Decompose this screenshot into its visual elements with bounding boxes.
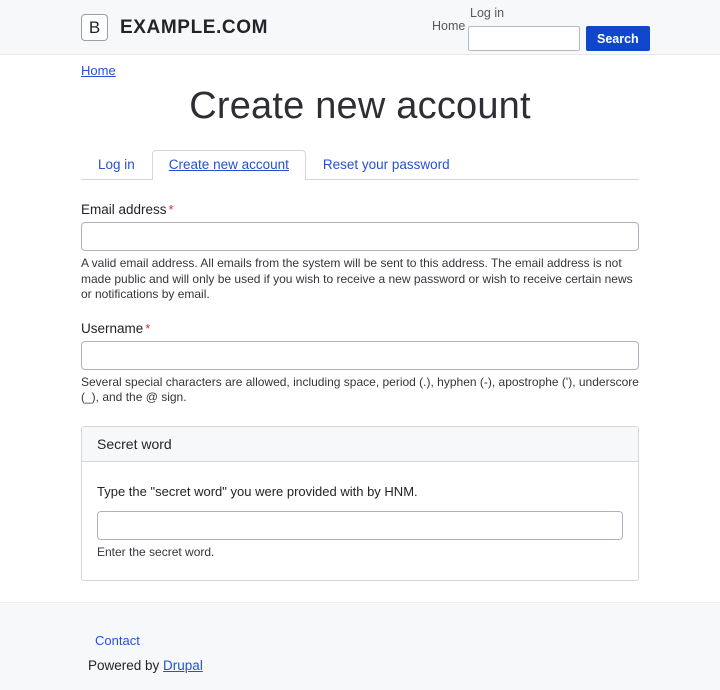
header-search-form: Search	[468, 26, 650, 51]
site-name: EXAMPLE.COM	[120, 16, 269, 38]
username-required-icon: *	[145, 320, 151, 336]
tab-reset-your-password[interactable]: Reset your password	[306, 150, 467, 180]
search-input[interactable]	[468, 26, 580, 51]
breadcrumb-item-home[interactable]: Home	[81, 63, 116, 78]
site-logo-link[interactable]: B EXAMPLE.COM	[81, 14, 268, 41]
secret-word-description: Enter the secret word.	[97, 544, 215, 559]
tab-log-in[interactable]: Log in	[81, 150, 152, 180]
secret-word-body: Type the "secret word" you were provided…	[82, 462, 638, 581]
secret-word-legend: Secret word	[82, 426, 638, 462]
tab-create-new-account[interactable]: Create new account	[151, 150, 306, 180]
email-field-group: Email address * A valid email address. Al…	[81, 202, 639, 303]
email-input[interactable]	[81, 222, 639, 251]
secret-word-fieldset: Secret word Type the "secret word" you w…	[81, 425, 639, 581]
username-field-label: Username *	[81, 321, 639, 336]
email-label-text: Email address	[81, 202, 167, 217]
username-field-group: Username * Several special characters are…	[81, 321, 639, 406]
secret-word-input[interactable]	[97, 510, 623, 540]
breadcrumb: Home	[0, 55, 720, 78]
username-field-description: Several special characters are allowed, …	[81, 374, 639, 405]
site-footer: Contact Powered by Drupal	[0, 602, 720, 690]
email-field-label: Email address *	[81, 202, 639, 217]
username-label-text: Username	[81, 320, 144, 336]
site-header: B EXAMPLE.COM Home Log in Search	[0, 0, 720, 55]
footer-powered-by: Powered by Drupal	[0, 648, 720, 673]
drupal-link[interactable]: Drupal	[163, 658, 203, 673]
page-title: Create new account	[189, 85, 531, 127]
email-field-description: A valid email address. All emails from t…	[81, 256, 633, 301]
powered-by-text: Powered by	[88, 658, 164, 673]
logo-letter-icon: B	[81, 14, 108, 41]
header-nav: Home	[432, 19, 465, 33]
account-tabs: Log in Create new account Reset your pas…	[81, 150, 639, 180]
nav-item-login[interactable]: Log in	[470, 6, 504, 20]
footer-item-contact[interactable]: Contact	[95, 633, 140, 648]
nav-item-home[interactable]: Home	[432, 19, 465, 33]
create-account-form: Email address * A valid email address. Al…	[81, 180, 639, 581]
secret-word-intro: Type the "secret word" you were provided…	[97, 483, 418, 499]
search-button[interactable]: Search	[586, 26, 650, 51]
username-input[interactable]	[81, 340, 639, 370]
footer-menu: Contact	[0, 603, 720, 648]
email-required-icon: *	[168, 202, 174, 217]
